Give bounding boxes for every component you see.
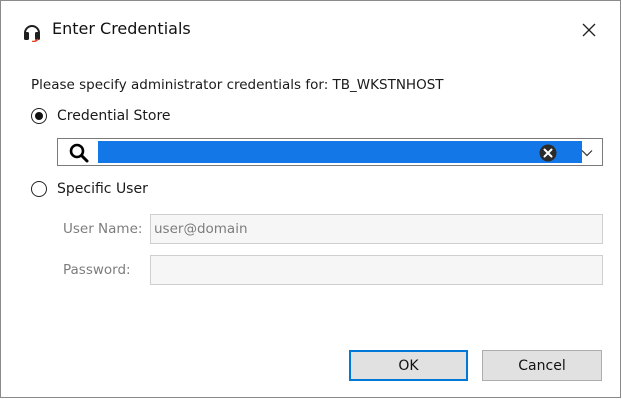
specific-user-radio[interactable]: Specific User [31, 178, 148, 200]
dialog-title: Enter Credentials [52, 19, 191, 38]
search-icon [68, 142, 90, 164]
username-field[interactable] [150, 214, 603, 244]
credential-store-label: Credential Store [57, 108, 171, 124]
headset-icon [22, 22, 42, 43]
radio-button-unselected[interactable] [31, 181, 47, 197]
ok-button[interactable]: OK [349, 350, 468, 381]
credentials-dialog: Enter Credentials Please specify adminis… [0, 0, 621, 398]
cancel-button[interactable]: Cancel [482, 350, 602, 381]
title-bar: Enter Credentials [1, 1, 620, 61]
username-label: User Name: [63, 221, 143, 237]
credential-store-combobox[interactable] [57, 138, 603, 166]
instruction-text: Please specify administrator credentials… [31, 77, 444, 93]
credential-search-input[interactable] [98, 141, 582, 163]
clear-circle-icon[interactable] [538, 143, 558, 163]
specific-user-label: Specific User [57, 181, 148, 197]
close-icon [581, 22, 597, 42]
credential-store-radio[interactable]: Credential Store [31, 105, 171, 127]
radio-button-selected[interactable] [31, 108, 47, 124]
chevron-down-icon[interactable] [578, 143, 596, 163]
password-label: Password: [63, 262, 131, 278]
password-field[interactable] [150, 255, 603, 285]
close-button[interactable] [572, 15, 606, 49]
